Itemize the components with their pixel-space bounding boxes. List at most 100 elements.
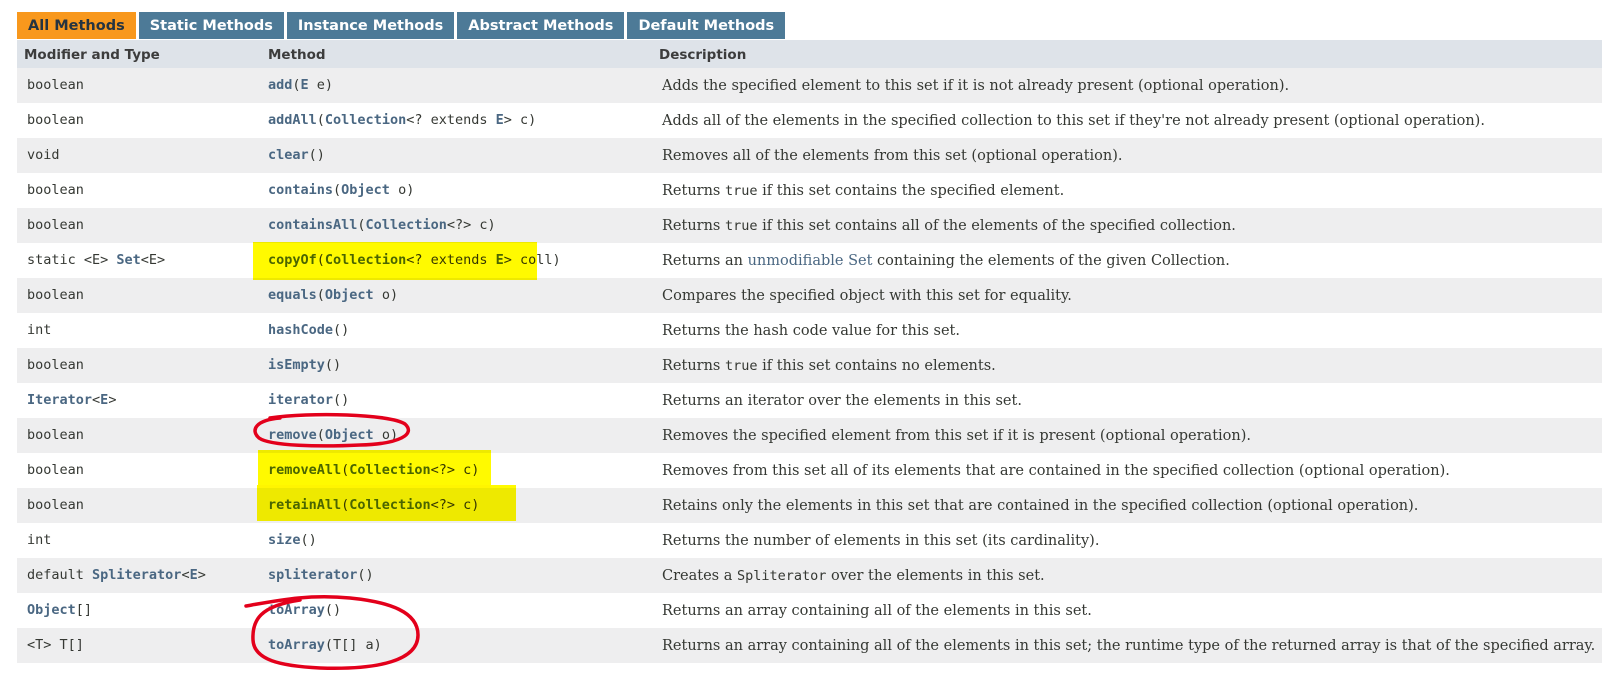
text-fragment: > c) xyxy=(503,112,537,128)
link-clear[interactable]: clear xyxy=(268,147,309,163)
text-fragment: () xyxy=(300,532,317,548)
link-toarray[interactable]: toArray xyxy=(268,637,325,653)
link-object[interactable]: Object xyxy=(341,182,390,198)
text-fragment: if this set contains no elements. xyxy=(757,358,996,374)
description-cell: Returns true if this set contains the sp… xyxy=(662,183,1064,199)
text-fragment: default xyxy=(27,567,93,583)
text-fragment: Returns an array containing all of the e… xyxy=(662,638,1596,654)
text-fragment: Returns the hash code value for this set… xyxy=(662,323,960,339)
header-modifier-and-type: Modifier and Type xyxy=(24,47,160,63)
method-cell: equals(Object o) xyxy=(268,287,398,303)
link-object[interactable]: Object xyxy=(325,287,374,303)
code-text: true xyxy=(724,218,758,234)
link-e[interactable]: E xyxy=(496,112,504,128)
tab-default-methods[interactable]: Default Methods xyxy=(627,12,786,39)
link-e[interactable]: E xyxy=(190,567,198,583)
text-fragment: Removes all of the elements from this se… xyxy=(662,148,1123,164)
table-row: int size() Returns the number of elements … xyxy=(17,523,1602,558)
description-cell: Removes all of the elements from this se… xyxy=(662,148,1123,164)
modifier-and-type-cell: boolean xyxy=(27,287,84,303)
modifier-and-type-cell: void xyxy=(27,147,60,163)
method-cell: add(E e) xyxy=(268,77,333,93)
method-cell: spliterator() xyxy=(268,567,374,583)
link-contains[interactable]: contains xyxy=(268,182,333,198)
method-summary-table: Modifier and Type Method Description boo… xyxy=(17,40,1602,663)
link-collection[interactable]: Collection xyxy=(325,112,406,128)
link-equals[interactable]: equals xyxy=(268,287,317,303)
method-cell: size() xyxy=(268,532,317,548)
link-addall[interactable]: addAll xyxy=(268,112,317,128)
link-iterator[interactable]: Iterator xyxy=(27,392,92,408)
highlight-retainall xyxy=(257,485,516,521)
text-fragment: Returns an xyxy=(662,253,748,269)
code-text: true xyxy=(724,358,758,374)
text-fragment: () xyxy=(308,147,325,163)
description-cell: Returns an iterator over the elements in… xyxy=(662,393,1022,409)
table-row: boolean containsAll(Collection<?> c) Retur… xyxy=(17,208,1602,243)
text-fragment: int xyxy=(27,322,52,338)
text-fragment: Returns xyxy=(662,358,725,374)
text-fragment: < xyxy=(92,392,101,408)
text-fragment: over the elements in this set. xyxy=(826,568,1045,584)
modifier-and-type-cell: Iterator<E> xyxy=(27,392,116,408)
link-object[interactable]: Object xyxy=(27,602,76,618)
text-fragment: e) xyxy=(308,77,334,93)
text-fragment: boolean xyxy=(27,77,84,93)
method-cell: hashCode() xyxy=(268,322,349,338)
link-object[interactable]: Object xyxy=(325,427,374,443)
modifier-and-type-cell: boolean xyxy=(27,77,84,93)
link-hashcode[interactable]: hashCode xyxy=(268,322,333,338)
text-fragment: ( xyxy=(316,427,325,443)
method-cell: iterator() xyxy=(268,392,349,408)
text-fragment: <? extends xyxy=(406,112,496,128)
text-fragment: Returns xyxy=(662,183,725,199)
link-iterator[interactable]: iterator xyxy=(268,392,333,408)
method-cell: clear() xyxy=(268,147,325,163)
modifier-and-type-cell: boolean xyxy=(27,112,84,128)
link-remove[interactable]: remove xyxy=(268,427,317,443)
link-e[interactable]: E xyxy=(301,77,309,93)
description-cell: Returns an unmodifiable Set containing t… xyxy=(662,253,1230,269)
text-fragment: if this set contains the specified eleme… xyxy=(757,183,1065,199)
highlight-removeall xyxy=(258,450,491,488)
link-unmodifiable-set[interactable]: unmodifiable Set xyxy=(748,253,873,269)
text-fragment: o) xyxy=(373,287,399,303)
tab-static-methods[interactable]: Static Methods xyxy=(138,12,284,39)
modifier-and-type-cell: boolean xyxy=(27,182,84,198)
description-cell: Returns an array containing all of the e… xyxy=(662,603,1092,619)
table-row: booleanretainAll(Collection<?> c)Retains… xyxy=(17,488,1602,523)
link-collection[interactable]: Collection xyxy=(366,217,447,233)
link-isempty[interactable]: isEmpty xyxy=(268,357,325,373)
text-fragment: if this set contains all of the elements… xyxy=(757,218,1236,234)
link-toarray[interactable]: toArray xyxy=(268,602,325,618)
text-fragment: Adds the specified element to this set i… xyxy=(662,78,1290,94)
description-cell: Creates a Spliterator over the elements … xyxy=(662,568,1045,584)
text-fragment: boolean xyxy=(27,427,84,443)
text-fragment: > xyxy=(108,392,117,408)
description-cell: Returns an array containing all of the e… xyxy=(662,638,1595,654)
text-fragment: Removes the specified element from this … xyxy=(662,428,1251,444)
description-cell: Returns the hash code value for this set… xyxy=(662,323,960,339)
method-cell: remove(Object o) xyxy=(268,427,398,443)
tab-abstract-methods[interactable]: Abstract Methods xyxy=(457,12,625,39)
text-fragment: containing the elements of the given Col… xyxy=(872,253,1230,269)
link-containsall[interactable]: containsAll xyxy=(268,217,357,233)
tab-all-methods[interactable]: All Methods xyxy=(17,12,136,39)
text-fragment: < xyxy=(181,567,190,583)
description-cell: Removes from this set all of its element… xyxy=(662,463,1450,479)
link-set[interactable]: Set xyxy=(116,252,140,268)
table-row: int hashCode() Returns the hash code value… xyxy=(17,313,1602,348)
modifier-and-type-cell: int xyxy=(27,532,51,548)
modifier-and-type-cell: boolean xyxy=(27,462,84,478)
text-fragment: () xyxy=(324,602,342,618)
tab-instance-methods[interactable]: Instance Methods xyxy=(286,12,455,39)
text-fragment: () xyxy=(324,357,342,373)
text-fragment: Retains only the elements in this set th… xyxy=(662,498,1419,514)
text-fragment: Adds all of the elements in the specifie… xyxy=(662,113,1485,129)
link-spliterator[interactable]: Spliterator xyxy=(92,567,181,583)
table-row: booleanremoveAll(Collection<?> c)Removes… xyxy=(17,453,1602,488)
link-spliterator[interactable]: spliterator xyxy=(268,567,357,583)
link-size[interactable]: size xyxy=(268,532,301,548)
link-add[interactable]: add xyxy=(268,77,292,93)
table-row: boolean isEmpty() Returns true if this set… xyxy=(17,348,1602,383)
